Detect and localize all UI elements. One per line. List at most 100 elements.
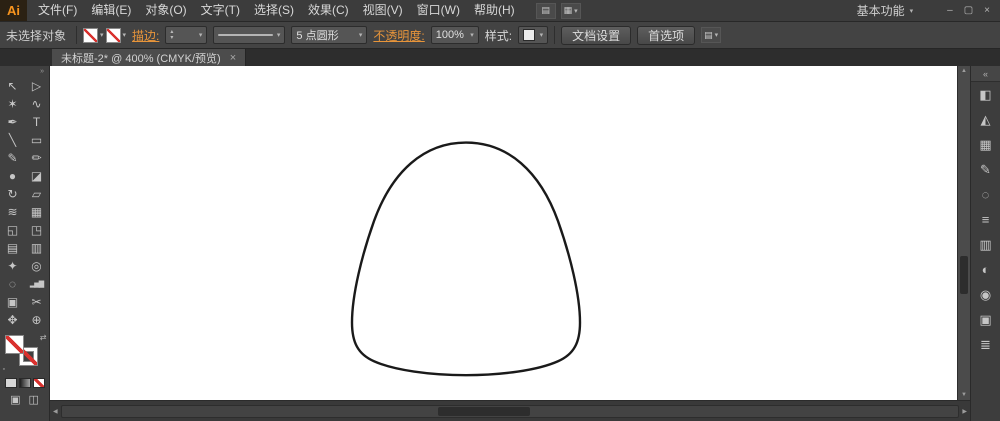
illustrator-window: Ai 文件(F)编辑(E)对象(O)文字(T)选择(S)效果(C)视图(V)窗口… [0, 0, 1000, 421]
menu-window[interactable]: 窗口(W) [410, 0, 467, 21]
horizontal-scrollbar[interactable] [61, 405, 960, 418]
chevron-down-icon: ▾ [359, 31, 363, 39]
brush-definition-combo[interactable]: 5 点圆形 ▾ [291, 26, 367, 44]
menu-help[interactable]: 帮助(H) [467, 0, 522, 21]
tool-eraser[interactable]: ◪ [25, 167, 49, 185]
tool-perspective-grid[interactable]: ◳ [25, 221, 49, 239]
artwork-shape[interactable] [352, 143, 580, 376]
horizontal-scroll-thumb[interactable] [438, 407, 530, 416]
panel-gradient-icon[interactable]: ▥ [971, 232, 1000, 257]
align-glyph: ▤ [704, 30, 713, 41]
canvas-row: ▲ ▼ [50, 66, 970, 400]
default-fill-stroke-icon[interactable]: ▫ [3, 366, 5, 373]
stroke-chevron-icon[interactable]: ▾ [123, 31, 127, 39]
panel-transparency-icon[interactable]: ◐ [971, 257, 1000, 282]
tool-type[interactable]: T [25, 113, 49, 131]
tool-selection[interactable]: ↖ [1, 77, 25, 95]
panel-graphic-styles-icon[interactable]: ▣ [971, 307, 1000, 332]
tool-magic-wand[interactable]: ✶ [1, 95, 25, 113]
tool-hand[interactable]: ✥ [1, 311, 25, 329]
vertical-scroll-thumb[interactable] [960, 256, 968, 294]
tool-slice[interactable]: ✂ [25, 293, 49, 311]
panel-color-guide-icon[interactable]: ◭ [971, 107, 1000, 132]
artwork-layer [50, 66, 957, 400]
tool-lasso[interactable]: ∿ [25, 95, 49, 113]
fill-indicator[interactable] [5, 335, 24, 354]
none-button[interactable] [33, 378, 45, 388]
menu-view[interactable]: 视图(V) [356, 0, 410, 21]
document-setup-button[interactable]: 文档设置 [561, 26, 631, 45]
restore-icon[interactable]: ▢ [964, 5, 973, 16]
tool-zoom[interactable]: ⊕ [25, 311, 49, 329]
panel-color-icon[interactable]: ◧ [971, 82, 1000, 107]
vertical-scrollbar[interactable]: ▲ ▼ [957, 66, 970, 400]
draw-mode-icon[interactable]: ▣ [10, 393, 20, 406]
scroll-right-icon[interactable]: ▶ [962, 408, 967, 415]
tool-rectangle[interactable]: ▭ [25, 131, 49, 149]
tool-column-graph[interactable]: ▂▅▇ [25, 275, 49, 293]
scroll-left-icon[interactable]: ◀ [53, 408, 58, 415]
tool-mesh[interactable]: ▤ [1, 239, 25, 257]
panel-appearance-icon[interactable]: ◉ [971, 282, 1000, 307]
tool-artboard[interactable]: ▣ [1, 293, 25, 311]
close-icon[interactable]: × [984, 5, 990, 16]
opacity-combo[interactable]: 100% ▾ [431, 26, 479, 44]
menu-object[interactable]: 对象(O) [138, 0, 193, 21]
document-tab[interactable]: 未标题-2* @ 400% (CMYK/预览) × [52, 49, 246, 66]
color-button[interactable] [5, 378, 17, 388]
scroll-down-icon[interactable]: ▼ [958, 390, 970, 400]
menu-file[interactable]: 文件(F) [31, 0, 84, 21]
stroke-color-swatch[interactable] [106, 28, 121, 43]
tool-symbol-sprayer[interactable]: ◌ [1, 275, 25, 293]
tool-paintbrush[interactable]: ✎ [1, 149, 25, 167]
tool-shape-builder[interactable]: ◱ [1, 221, 25, 239]
swap-fill-stroke-icon[interactable]: ⇄ [40, 333, 47, 342]
tool-rotate[interactable]: ↻ [1, 185, 25, 203]
tool-pencil[interactable]: ✏ [25, 149, 49, 167]
minimize-icon[interactable]: – [947, 5, 953, 16]
stroke-weight-stepper[interactable]: ▴▾ [170, 29, 173, 41]
tool-direct-selection[interactable]: ▷ [25, 77, 49, 95]
main-area: » ↖▷✶∿✒T╲▭✎✏●◪↻▱≋▦◱◳▤▥✦◎◌▂▅▇▣✂✥⊕ ⇄ ▫ ▣ ◫ [0, 66, 1000, 421]
stepper-down-icon[interactable]: ▾ [170, 35, 173, 41]
gradient-button[interactable] [19, 378, 31, 388]
style-combo[interactable]: ▾ [518, 26, 548, 44]
arrange-documents-icon[interactable]: ▦▾ [561, 3, 581, 19]
stroke-panel-link[interactable]: 描边: [132, 27, 159, 44]
fill-stroke-swatches: ▾ ▾ [83, 28, 126, 43]
opacity-panel-link[interactable]: 不透明度: [373, 27, 424, 44]
tool-blend[interactable]: ◎ [25, 257, 49, 275]
menu-edit[interactable]: 编辑(E) [84, 0, 138, 21]
panel-stroke-icon[interactable]: ≡ [971, 207, 1000, 232]
tool-pen[interactable]: ✒ [1, 113, 25, 131]
artboard-canvas[interactable] [50, 66, 957, 400]
scroll-up-icon[interactable]: ▲ [958, 66, 970, 76]
stroke-weight-combo[interactable]: ▴▾ ▾ [165, 26, 207, 44]
panel-symbols-icon[interactable]: ◌ [971, 182, 1000, 207]
workspace-label: 基本功能 [857, 2, 905, 19]
menu-effect[interactable]: 效果(C) [301, 0, 356, 21]
bridge-icon[interactable]: ▤ [536, 3, 556, 19]
tool-gradient[interactable]: ▥ [25, 239, 49, 257]
fill-color-swatch[interactable] [83, 28, 98, 43]
tab-close-icon[interactable]: × [230, 52, 236, 64]
fill-chevron-icon[interactable]: ▾ [100, 31, 104, 39]
panel-brushes-icon[interactable]: ✎ [971, 157, 1000, 182]
tools-collapse-icon[interactable]: » [0, 66, 49, 77]
menu-type[interactable]: 文字(T) [194, 0, 247, 21]
workspace-switcher[interactable]: 基本功能 ▾ [857, 2, 914, 19]
menu-select[interactable]: 选择(S) [247, 0, 301, 21]
panels-expand-icon[interactable]: « [971, 66, 1000, 82]
panel-layers-icon[interactable]: ≣ [971, 332, 1000, 357]
tool-blob-brush[interactable]: ● [1, 167, 25, 185]
panel-swatches-icon[interactable]: ▦ [971, 132, 1000, 157]
tool-scale[interactable]: ▱ [25, 185, 49, 203]
align-menu-icon[interactable]: ▤▾ [701, 27, 721, 43]
screen-mode-icon[interactable]: ◫ [29, 393, 39, 406]
tool-width[interactable]: ≋ [1, 203, 25, 221]
tool-line-segment[interactable]: ╲ [1, 131, 25, 149]
preferences-button[interactable]: 首选项 [637, 26, 695, 45]
tool-free-transform[interactable]: ▦ [25, 203, 49, 221]
tool-eyedropper[interactable]: ✦ [1, 257, 25, 275]
width-profile-combo[interactable]: ▾ [213, 26, 285, 44]
